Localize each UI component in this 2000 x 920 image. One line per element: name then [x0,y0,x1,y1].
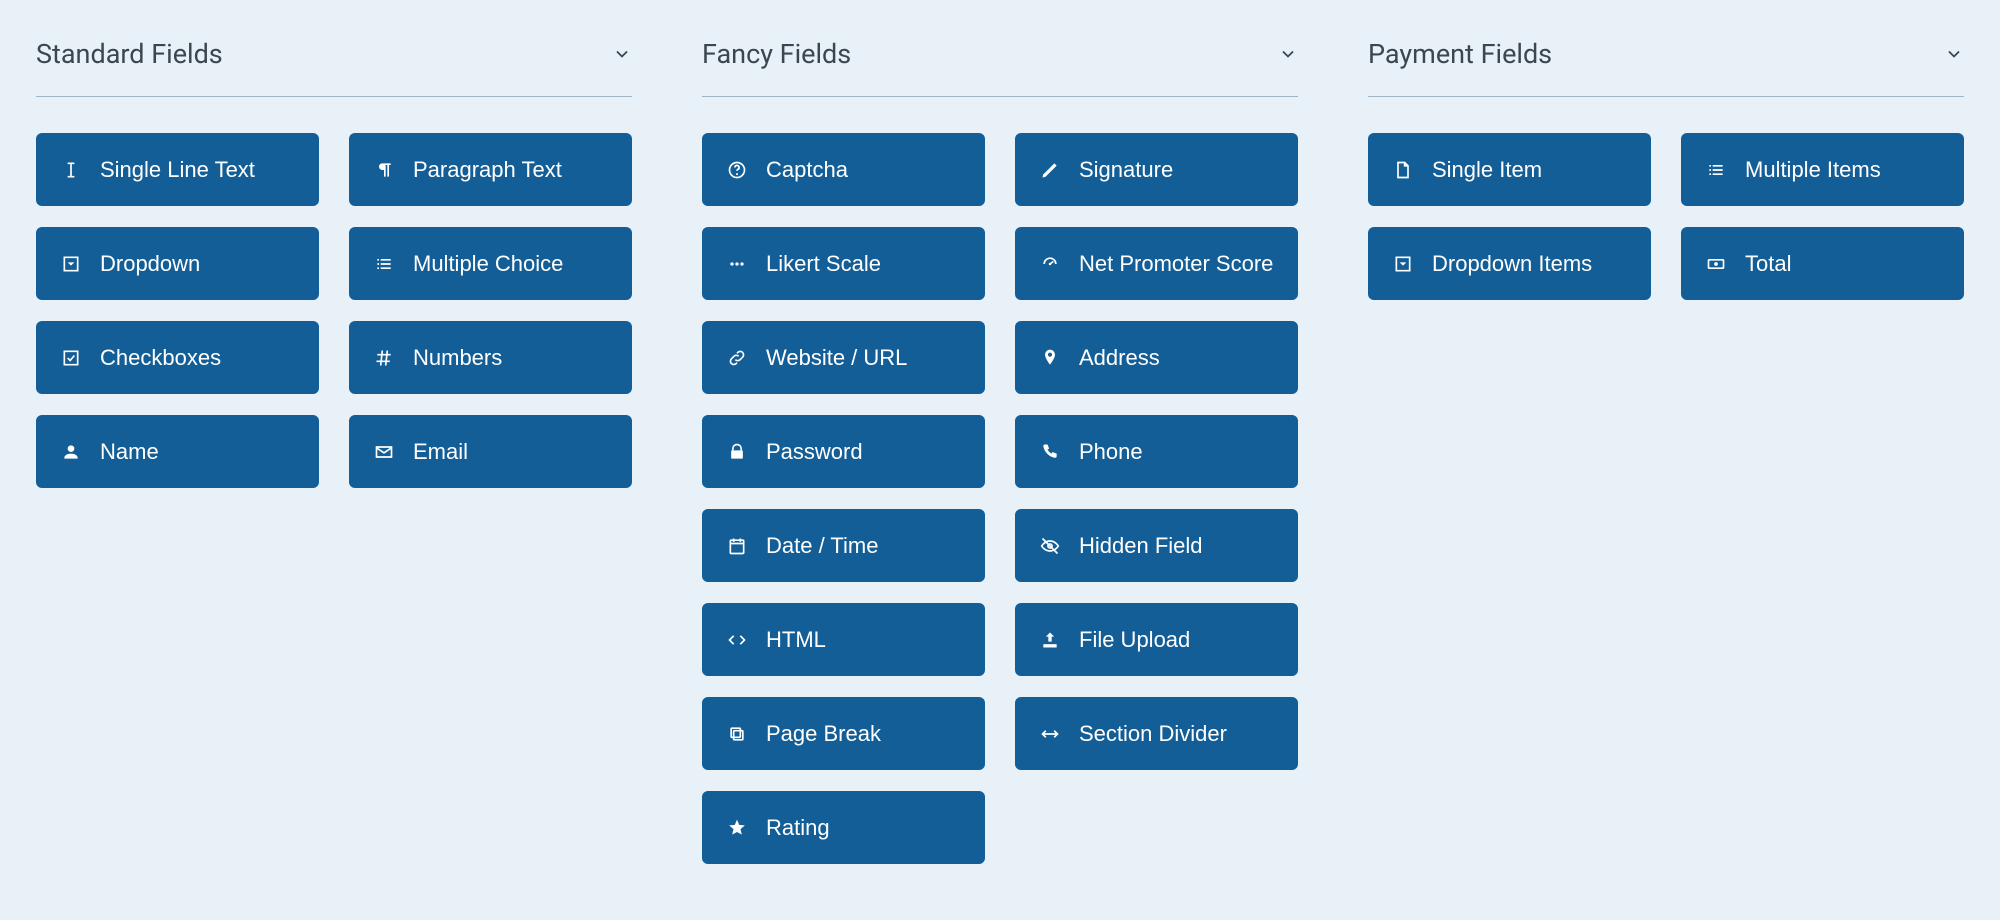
hash-icon [373,347,395,369]
field-label: Checkboxes [100,345,221,371]
text-cursor-icon [60,159,82,181]
section-header[interactable]: Payment Fields [1368,26,1964,97]
field-single-item-button[interactable]: Single Item [1368,133,1651,206]
field-website-url-button[interactable]: Website / URL [702,321,985,394]
field-section-divider-button[interactable]: Section Divider [1015,697,1298,770]
field-name-button[interactable]: Name [36,415,319,488]
field-label: Page Break [766,721,881,747]
chevron-down-icon[interactable] [1278,44,1298,64]
caret-square-icon [1392,253,1414,275]
paragraph-icon [373,159,395,181]
field-label: Single Item [1432,157,1542,183]
section-header[interactable]: Fancy Fields [702,26,1298,97]
field-numbers-button[interactable]: Numbers [349,321,632,394]
field-date-time-button[interactable]: Date / Time [702,509,985,582]
field-label: Dropdown [100,251,200,277]
field-label: Hidden Field [1079,533,1203,559]
link-icon [726,347,748,369]
panel-fancy-fields: Fancy Fields Captcha Signature Likert Scale… [702,26,1298,864]
field-file-upload-button[interactable]: File Upload [1015,603,1298,676]
money-icon [1705,253,1727,275]
field-label: Website / URL [766,345,907,371]
field-single-line-text-button[interactable]: Single Line Text [36,133,319,206]
eye-slash-icon [1039,535,1061,557]
field-grid: Single Line Text Paragraph Text Dropdown Mu… [36,133,632,488]
field-password-button[interactable]: Password [702,415,985,488]
chevron-down-icon[interactable] [1944,44,1964,64]
field-paragraph-text-button[interactable]: Paragraph Text [349,133,632,206]
field-label: Numbers [413,345,502,371]
dashboard-icon [1039,253,1061,275]
field-net-promoter-button[interactable]: Net Promoter Score [1015,227,1298,300]
field-page-break-button[interactable]: Page Break [702,697,985,770]
check-square-icon [60,347,82,369]
field-address-button[interactable]: Address [1015,321,1298,394]
calendar-icon [726,535,748,557]
field-label: Phone [1079,439,1143,465]
section-title: Standard Fields [36,38,223,70]
field-rating-button[interactable]: Rating [702,791,985,864]
code-icon [726,629,748,651]
field-total-button[interactable]: Total [1681,227,1964,300]
field-label: Dropdown Items [1432,251,1592,277]
field-label: Address [1079,345,1160,371]
field-email-button[interactable]: Email [349,415,632,488]
dots-icon [726,253,748,275]
field-html-button[interactable]: HTML [702,603,985,676]
upload-icon [1039,629,1061,651]
arrows-h-icon [1039,723,1061,745]
field-label: File Upload [1079,627,1190,653]
section-header[interactable]: Standard Fields [36,26,632,97]
field-label: HTML [766,627,826,653]
field-label: Captcha [766,157,848,183]
phone-icon [1039,441,1061,463]
field-signature-button[interactable]: Signature [1015,133,1298,206]
field-label: Multiple Items [1745,157,1881,183]
star-icon [726,817,748,839]
field-label: Date / Time [766,533,878,559]
section-title: Fancy Fields [702,38,851,70]
field-label: Single Line Text [100,157,255,183]
question-icon [726,159,748,181]
field-label: Likert Scale [766,251,881,277]
field-label: Paragraph Text [413,157,562,183]
field-grid: Single Item Multiple Items Dropdown Items T… [1368,133,1964,300]
field-dropdown-items-button[interactable]: Dropdown Items [1368,227,1651,300]
field-label: Section Divider [1079,721,1227,747]
caret-square-icon [60,253,82,275]
field-captcha-button[interactable]: Captcha [702,133,985,206]
field-label: Signature [1079,157,1173,183]
map-marker-icon [1039,347,1061,369]
section-title: Payment Fields [1368,38,1552,70]
field-grid: Captcha Signature Likert Scale Net Promoter… [702,133,1298,864]
field-label: Net Promoter Score [1079,251,1273,277]
copy-icon [726,723,748,745]
field-checkboxes-button[interactable]: Checkboxes [36,321,319,394]
field-multiple-choice-button[interactable]: Multiple Choice [349,227,632,300]
chevron-down-icon[interactable] [612,44,632,64]
file-icon [1392,159,1414,181]
user-icon [60,441,82,463]
envelope-icon [373,441,395,463]
panel-standard-fields: Standard Fields Single Line Text Paragraph… [36,26,632,864]
list-icon [373,253,395,275]
field-hidden-field-button[interactable]: Hidden Field [1015,509,1298,582]
field-dropdown-button[interactable]: Dropdown [36,227,319,300]
field-label: Name [100,439,159,465]
field-label: Password [766,439,863,465]
field-label: Multiple Choice [413,251,563,277]
field-label: Total [1745,251,1791,277]
field-label: Email [413,439,468,465]
field-label: Rating [766,815,830,841]
panel-payment-fields: Payment Fields Single Item Multiple Items D… [1368,26,1964,864]
lock-icon [726,441,748,463]
list-icon [1705,159,1727,181]
field-phone-button[interactable]: Phone [1015,415,1298,488]
field-likert-scale-button[interactable]: Likert Scale [702,227,985,300]
pencil-icon [1039,159,1061,181]
field-multiple-items-button[interactable]: Multiple Items [1681,133,1964,206]
